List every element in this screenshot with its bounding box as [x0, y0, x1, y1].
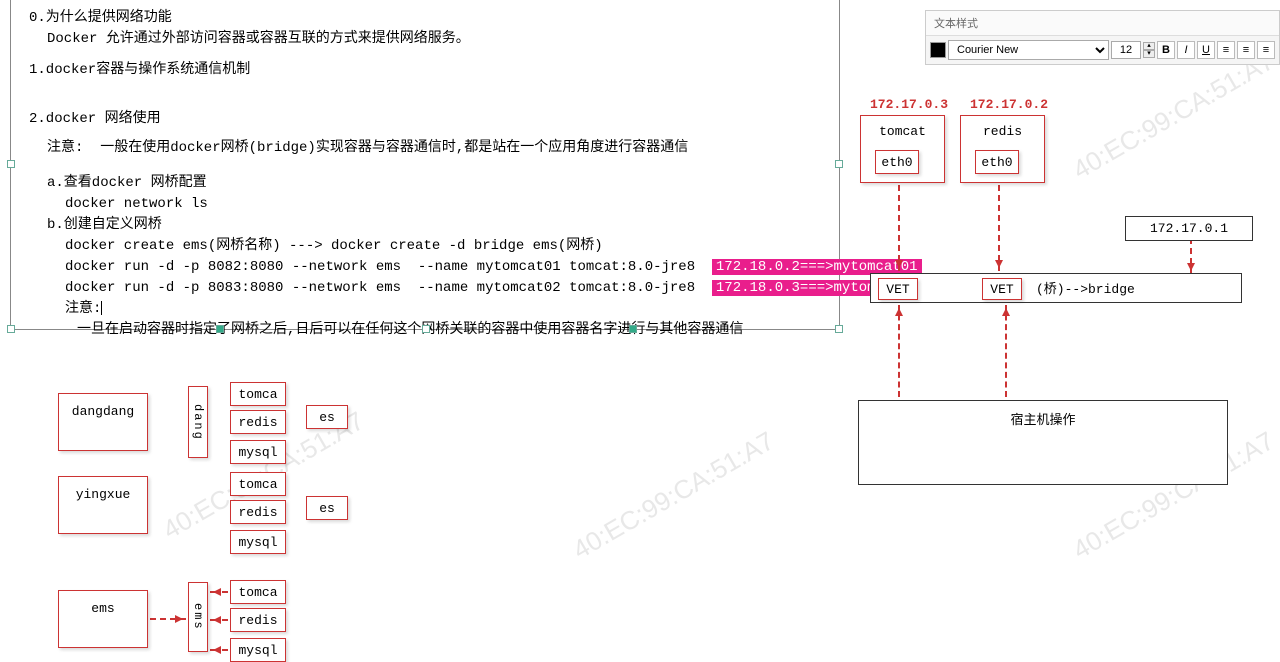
- section-a-title: a.查看docker 网桥配置: [29, 173, 821, 194]
- box-ems: ems: [58, 590, 148, 648]
- box-tomca-3: tomca: [230, 580, 286, 604]
- box-ems-vertical: ems: [188, 582, 208, 652]
- resize-handle[interactable]: [629, 325, 637, 333]
- paragraph-0: Docker 允许通过外部访问容器或容器互联的方式来提供网络服务。: [29, 29, 821, 50]
- arrow-up-icon: [1005, 305, 1007, 397]
- text-style-toolbar: 文本样式 Courier New ▴▾ B I U ≡ ≡ ≡: [925, 10, 1280, 65]
- arrow-left-icon: [210, 619, 228, 621]
- arrow-left-icon: [210, 649, 228, 651]
- box-dangdang: dangdang: [58, 393, 148, 451]
- box-es-2: es: [306, 496, 348, 520]
- resize-handle[interactable]: [422, 325, 430, 333]
- color-swatch[interactable]: [930, 42, 946, 58]
- vet-box-1: VET: [878, 278, 918, 300]
- align-right-button[interactable]: ≡: [1257, 41, 1275, 59]
- resize-handle[interactable]: [835, 160, 843, 168]
- arrow-down-icon: [1190, 238, 1192, 274]
- box-redis-2: redis: [230, 500, 286, 524]
- section-b-cmd: docker create ems(网桥名称) ---> docker crea…: [29, 236, 821, 257]
- gateway-ip-box: 172.17.0.1: [1125, 216, 1253, 241]
- note-1: 注意: 一般在使用docker网桥(bridge)实现容器与容器通信时,都是站在…: [29, 138, 821, 159]
- run-cmd-1: docker run -d -p 8082:8080 --network ems…: [29, 257, 821, 278]
- size-stepper[interactable]: ▴▾: [1143, 42, 1155, 58]
- align-left-button[interactable]: ≡: [1217, 41, 1235, 59]
- ip-label-2: 172.17.0.2: [970, 97, 1048, 112]
- arrow-left-icon: [210, 591, 228, 593]
- box-mysql-1: mysql: [230, 440, 286, 464]
- arrow-right-icon: [150, 618, 186, 620]
- note-2: 注意:: [29, 299, 821, 320]
- resize-handle[interactable]: [835, 325, 843, 333]
- section-a-cmd: docker network ls: [29, 194, 821, 215]
- ip-label-1: 172.17.0.3: [870, 97, 948, 112]
- box-redis-3: redis: [230, 608, 286, 632]
- eth0-box-2: eth0: [975, 150, 1019, 174]
- vet-box-2: VET: [982, 278, 1022, 300]
- box-redis-1: redis: [230, 410, 286, 434]
- host-box: 宿主机操作: [858, 400, 1228, 485]
- run-cmd-2: docker run -d -p 8083:8080 --network ems…: [29, 278, 821, 299]
- box-tomca-1: tomca: [230, 382, 286, 406]
- align-center-button[interactable]: ≡: [1237, 41, 1255, 59]
- text-cursor: [101, 301, 102, 315]
- bold-button[interactable]: B: [1157, 41, 1175, 59]
- arrow-down-icon: [998, 185, 1000, 271]
- font-size-input[interactable]: [1111, 41, 1141, 59]
- text-editor-canvas[interactable]: 0.为什么提供网络功能 Docker 允许通过外部访问容器或容器互联的方式来提供…: [10, 0, 840, 330]
- arrow-up-icon: [898, 305, 900, 397]
- box-tomca-2: tomca: [230, 472, 286, 496]
- heading-2: 2.docker 网络使用: [29, 109, 821, 130]
- box-mysql-3: mysql: [230, 638, 286, 662]
- font-select[interactable]: Courier New: [948, 40, 1109, 60]
- underline-button[interactable]: U: [1197, 41, 1215, 59]
- resize-handle[interactable]: [7, 325, 15, 333]
- italic-button[interactable]: I: [1177, 41, 1195, 59]
- toolbar-title: 文本样式: [926, 11, 1279, 36]
- section-b-title: b.创建自定义网桥: [29, 215, 821, 236]
- resize-handle[interactable]: [216, 325, 224, 333]
- box-yingxue: yingxue: [58, 476, 148, 534]
- bridge-box: (桥)-->bridge: [870, 273, 1242, 303]
- heading-0: 0.为什么提供网络功能: [29, 8, 821, 29]
- heading-1: 1.docker容器与操作系统通信机制: [29, 60, 821, 81]
- resize-handle[interactable]: [7, 160, 15, 168]
- box-dang-vertical: dang: [188, 386, 208, 458]
- box-es-1: es: [306, 405, 348, 429]
- box-mysql-2: mysql: [230, 530, 286, 554]
- arrow-down-icon: [898, 185, 900, 271]
- eth0-box-1: eth0: [875, 150, 919, 174]
